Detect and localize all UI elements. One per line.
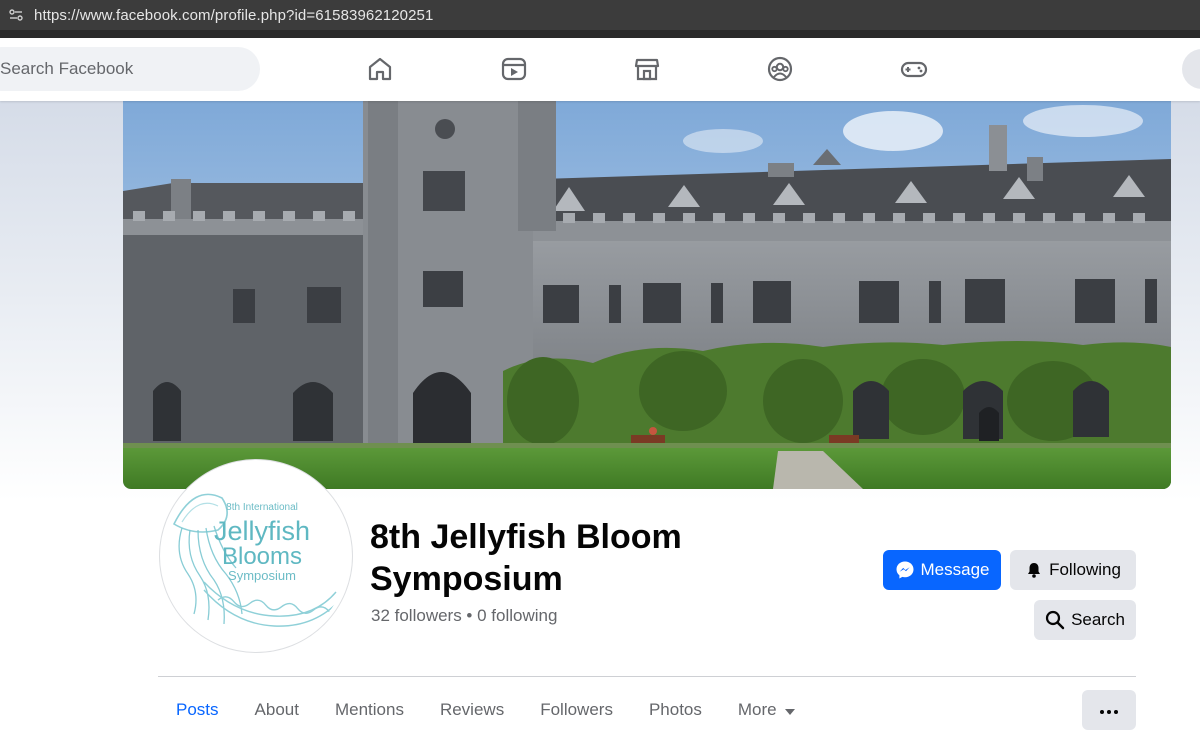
message-button[interactable]: Message bbox=[883, 550, 1001, 590]
tab-about[interactable]: About bbox=[237, 690, 317, 730]
home-icon[interactable] bbox=[366, 55, 394, 83]
profile-tabs: Posts About Mentions Reviews Followers P… bbox=[158, 690, 813, 730]
gaming-icon[interactable] bbox=[900, 55, 928, 83]
browser-address-bar: https://www.facebook.com/profile.php?id=… bbox=[0, 0, 1200, 30]
site-settings-icon[interactable] bbox=[8, 7, 24, 23]
logo-line2: Jellyfish bbox=[214, 516, 310, 546]
cover-photo[interactable] bbox=[123, 101, 1171, 489]
menu-button-edge[interactable] bbox=[1182, 49, 1200, 89]
facebook-top-nav bbox=[0, 38, 1200, 101]
ellipsis-icon bbox=[1100, 701, 1118, 719]
more-options-button[interactable] bbox=[1082, 690, 1136, 730]
follower-stats[interactable]: 32 followers • 0 following bbox=[371, 606, 557, 626]
marketplace-icon[interactable] bbox=[633, 55, 661, 83]
search-button-label: Search bbox=[1071, 610, 1125, 629]
browser-toolbar-strip bbox=[0, 30, 1200, 38]
logo-line4: Symposium bbox=[228, 568, 296, 583]
profile-avatar[interactable]: 8th International Jellyfish Blooms Sympo… bbox=[160, 460, 352, 652]
following-button[interactable]: Following bbox=[1010, 550, 1136, 590]
url-text[interactable]: https://www.facebook.com/profile.php?id=… bbox=[34, 7, 433, 24]
following-button-label: Following bbox=[1049, 560, 1121, 579]
tabs-divider bbox=[158, 676, 1136, 677]
tab-photos[interactable]: Photos bbox=[631, 690, 720, 730]
tab-followers[interactable]: Followers bbox=[522, 690, 631, 730]
tab-posts[interactable]: Posts bbox=[158, 690, 237, 730]
caret-down-icon bbox=[784, 700, 795, 720]
search-icon bbox=[1045, 610, 1065, 630]
logo-line3: Blooms bbox=[222, 543, 302, 570]
video-icon[interactable] bbox=[500, 55, 528, 83]
messenger-icon bbox=[895, 560, 915, 580]
message-button-label: Message bbox=[920, 560, 990, 579]
tab-mentions[interactable]: Mentions bbox=[317, 690, 422, 730]
search-page-button[interactable]: Search bbox=[1034, 600, 1136, 640]
logo-line1: 8th International bbox=[226, 502, 298, 513]
page-title: 8th Jellyfish Bloom Symposium bbox=[370, 518, 682, 598]
tab-more[interactable]: More bbox=[720, 690, 813, 730]
search-input[interactable] bbox=[0, 59, 240, 79]
tab-reviews[interactable]: Reviews bbox=[422, 690, 522, 730]
search-box[interactable] bbox=[0, 47, 260, 91]
groups-icon[interactable] bbox=[766, 55, 794, 83]
bell-icon bbox=[1025, 561, 1043, 579]
